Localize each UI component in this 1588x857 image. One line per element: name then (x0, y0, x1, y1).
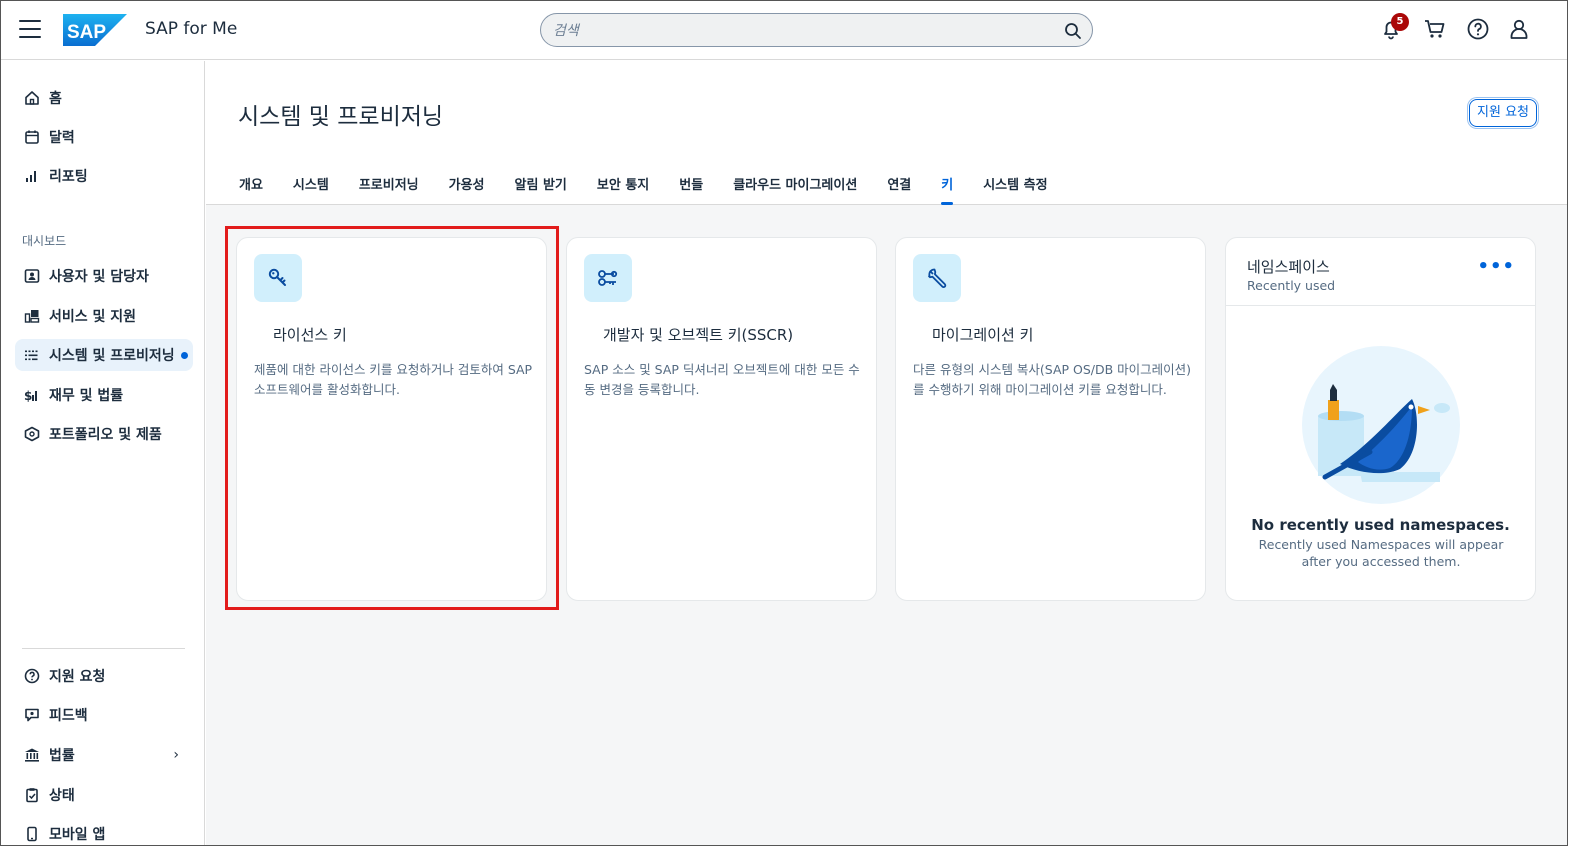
card-description: 다른 유형의 시스템 복사(SAP OS/DB 마이그레이션)를 수행하기 위해… (913, 362, 1192, 397)
notification-badge: 5 (1391, 13, 1409, 31)
namespaces-card: 네임스페이스 Recently used ••• No recently use (1225, 237, 1536, 601)
user-icon[interactable] (1507, 17, 1531, 41)
migration-keys-card[interactable]: 마이그레이션 키 다른 유형의 시스템 복사(SAP OS/DB 마이그레이션)… (895, 237, 1206, 601)
tab-availability[interactable]: 가용성 (440, 173, 494, 205)
tab-connections[interactable]: 연결 (878, 173, 920, 205)
nav-item-systems-provisioning[interactable]: 시스템 및 프로비저닝 (15, 339, 193, 371)
bar-chart-icon (23, 167, 41, 185)
card-title: 마이그레이션 키 (932, 326, 1034, 344)
tab-keys[interactable]: 키 (932, 173, 962, 205)
product-icon (23, 425, 41, 443)
app-window: SAP SAP for Me 5 홈 달력 리포팅 대시보드 (0, 0, 1568, 846)
developer-key-icon (584, 254, 632, 302)
page-header: 시스템 및 프로비저닝 지원 요청 개요 시스템 프로비저닝 가용성 알림 받기… (206, 61, 1567, 205)
more-options-icon[interactable]: ••• (1477, 258, 1515, 276)
namespaces-title: 네임스페이스 (1247, 258, 1330, 276)
side-navigation: 홈 달력 리포팅 대시보드 사용자 및 담당자 서비스 및 지원 시스템 및 프… (1, 61, 205, 845)
license-keys-card[interactable]: 라이선스 키 제품에 대한 라이선스 키를 요청하거나 검토하여 SAP 소프트… (236, 237, 547, 601)
nav-label: 리포팅 (49, 169, 88, 185)
empty-state-title: No recently used namespaces. (1251, 516, 1510, 534)
empty-state-description: Recently used Namespaces will appear aft… (1258, 537, 1504, 569)
nav-label: 사용자 및 담당자 (49, 269, 149, 285)
svg-text:$: $ (24, 389, 32, 403)
card-description: 제품에 대한 라이선스 키를 요청하거나 검토하여 SAP 소프트웨어를 활성화… (254, 362, 533, 397)
sap-logo[interactable]: SAP (63, 14, 127, 50)
mobile-icon (23, 825, 41, 843)
nav-label: 포트폴리오 및 제품 (49, 427, 162, 443)
nav-label: 상태 (49, 788, 75, 804)
status-icon (23, 786, 41, 804)
search-bar[interactable] (540, 13, 1093, 47)
nav-item-calendar[interactable]: 달력 (15, 121, 193, 153)
nav-label: 피드백 (49, 708, 88, 724)
systems-icon (23, 346, 41, 364)
nav-label: 서비스 및 지원 (49, 309, 137, 325)
tab-bar: 개요 시스템 프로비저닝 가용성 알림 받기 보안 통지 번들 클라우드 마이그… (230, 173, 1069, 205)
legal-icon (23, 746, 41, 764)
developer-object-keys-card[interactable]: 개발자 및 오브젝트 키(SSCR) SAP 소스 및 SAP 딕셔너리 오브젝… (566, 237, 877, 601)
nav-label: 시스템 및 프로비저닝 (49, 348, 175, 364)
card-title: 라이선스 키 (273, 326, 347, 344)
feedback-icon (23, 706, 41, 724)
nav-label: 지원 요청 (49, 669, 106, 685)
search-icon[interactable] (1064, 22, 1082, 40)
nav-item-status[interactable]: 상태 (15, 779, 193, 811)
tab-overview[interactable]: 개요 (230, 173, 272, 205)
question-icon (23, 667, 41, 685)
nav-label: 달력 (49, 130, 75, 146)
card-description: SAP 소스 및 SAP 딕셔너리 오브젝트에 대한 모든 수동 변경을 등록합… (584, 362, 860, 397)
empty-state-bird-illustration (1302, 346, 1460, 504)
tab-provisioning[interactable]: 프로비저닝 (350, 173, 428, 205)
tab-notifications[interactable]: 알림 받기 (506, 173, 576, 205)
key-icon (254, 254, 302, 302)
nav-item-portfolio-products[interactable]: 포트폴리오 및 제품 (15, 418, 193, 450)
help-icon[interactable] (1466, 17, 1490, 41)
nav-label: 재무 및 법률 (49, 388, 124, 404)
finance-icon: $ (23, 386, 41, 404)
chevron-right-icon: › (173, 747, 179, 763)
nav-item-finance-legal[interactable]: $ 재무 및 법률 (15, 379, 193, 411)
nav-label: 모바일 앱 (49, 827, 106, 843)
nav-label: 홈 (49, 91, 62, 107)
nav-item-services-support[interactable]: 서비스 및 지원 (15, 300, 193, 332)
wrench-icon (913, 254, 961, 302)
search-input[interactable] (553, 20, 1053, 42)
home-icon (23, 89, 41, 107)
page-title: 시스템 및 프로비저닝 (238, 104, 444, 130)
svg-text:SAP: SAP (67, 22, 106, 43)
nav-item-home[interactable]: 홈 (15, 82, 193, 114)
tab-cloud-migration[interactable]: 클라우드 마이그레이션 (724, 173, 866, 205)
active-indicator-dot (180, 351, 188, 359)
service-icon (23, 307, 41, 325)
nav-item-support-request[interactable]: 지원 요청 (15, 660, 193, 692)
calendar-icon (23, 128, 41, 146)
tab-security-notes[interactable]: 보안 통지 (588, 173, 658, 205)
nav-item-legal[interactable]: 법률 › (15, 739, 193, 771)
tab-system-measurement[interactable]: 시스템 측정 (974, 173, 1056, 205)
cart-icon[interactable] (1423, 17, 1447, 41)
dashboard-section-label: 대시보드 (22, 234, 67, 248)
shell-header: SAP SAP for Me 5 (1, 1, 1567, 60)
tab-systems[interactable]: 시스템 (284, 173, 338, 205)
nav-label: 법률 (49, 748, 75, 764)
sidebar-divider (22, 648, 185, 649)
nav-item-users-contacts[interactable]: 사용자 및 담당자 (15, 260, 193, 292)
card-title: 개발자 및 오브젝트 키(SSCR) (603, 326, 794, 344)
tab-bundles[interactable]: 번들 (670, 173, 712, 205)
contacts-icon (23, 267, 41, 285)
namespaces-subtitle: Recently used (1247, 278, 1336, 293)
support-request-button[interactable]: 지원 요청 (1469, 99, 1537, 127)
namespaces-card-header: 네임스페이스 Recently used ••• (1226, 238, 1535, 306)
nav-item-feedback[interactable]: 피드백 (15, 699, 193, 731)
menu-icon[interactable] (19, 20, 41, 38)
main-content: 시스템 및 프로비저닝 지원 요청 개요 시스템 프로비저닝 가용성 알림 받기… (206, 61, 1567, 845)
app-title: SAP for Me (145, 19, 238, 39)
nav-item-reporting[interactable]: 리포팅 (15, 160, 193, 192)
nav-item-mobile-app[interactable]: 모바일 앱 (15, 818, 193, 845)
